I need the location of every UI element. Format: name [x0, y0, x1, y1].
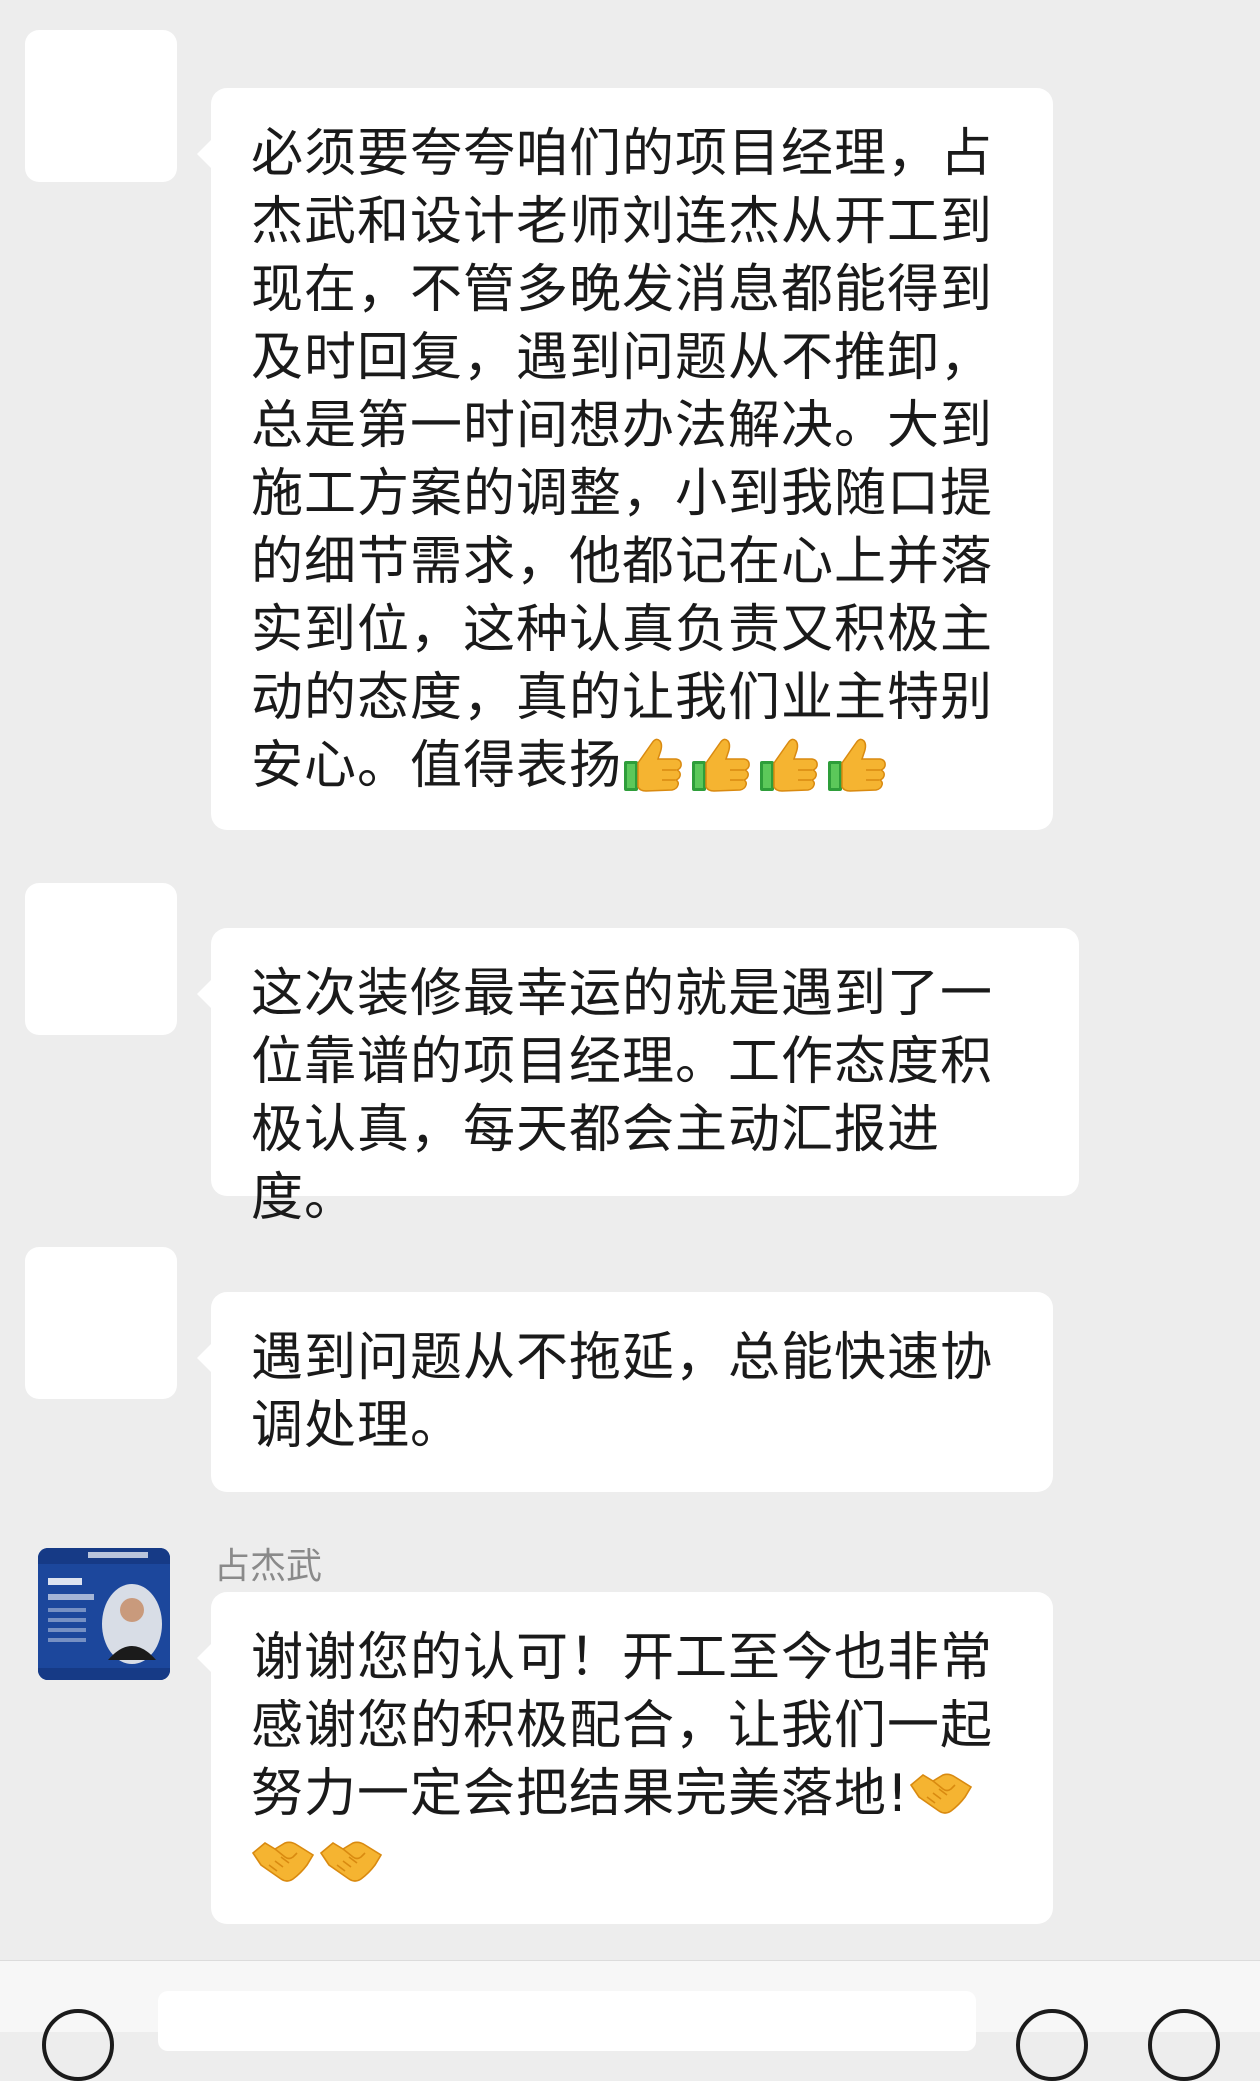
avatar[interactable]: [25, 883, 177, 1035]
handshake-icon: [909, 1764, 977, 1824]
message-text: 这次装修最幸运的就是遇到了一位靠谱的项目经理。工作态度积极认真，每天都会主动汇报…: [251, 964, 994, 1228]
chat-area: 必须要夸夸咱们的项目经理，占杰武和设计老师刘连杰从开工到现在，不管多晚发消息都能…: [0, 0, 1260, 1960]
message-text-content: 必须要夸夸咱们的项目经理，占杰武和设计老师刘连杰从开工到现在，不管多晚发消息都能…: [251, 124, 994, 796]
avatar[interactable]: [25, 30, 177, 182]
handshake-icon: [319, 1832, 387, 1892]
message-text: 遇到问题从不拖延，总能快速协调处理。: [251, 1328, 994, 1456]
voice-icon[interactable]: [42, 2009, 114, 2081]
message-text: 谢谢您的认可！开工至今也非常感谢您的积极配合，让我们一起努力一定会把结果完美落地…: [251, 1624, 1013, 1896]
message-bubble[interactable]: 必须要夸夸咱们的项目经理，占杰武和设计老师刘连杰从开工到现在，不管多晚发消息都能…: [197, 88, 1053, 830]
thumbs-up-icon: [758, 736, 826, 796]
message-bubble[interactable]: 谢谢您的认可！开工至今也非常感谢您的积极配合，让我们一起努力一定会把结果完美落地…: [197, 1592, 1053, 1924]
message-text-content: 谢谢您的认可！开工至今也非常感谢您的积极配合，让我们一起努力一定会把结果完美落地…: [251, 1628, 994, 1824]
message-text: 必须要夸夸咱们的项目经理，占杰武和设计老师刘连杰从开工到现在，不管多晚发消息都能…: [251, 120, 1013, 800]
input-toolbar: [0, 1960, 1260, 2081]
handshake-icon: [251, 1832, 319, 1892]
thumbs-up-icon: [622, 736, 690, 796]
business-card-image: [38, 1548, 170, 1680]
plus-icon[interactable]: [1148, 2009, 1220, 2081]
message-input[interactable]: [158, 1991, 976, 2051]
avatar[interactable]: [25, 1247, 177, 1399]
message-bubble[interactable]: 这次装修最幸运的就是遇到了一位靠谱的项目经理。工作态度积极认真，每天都会主动汇报…: [197, 928, 1079, 1228]
sender-avatar[interactable]: [38, 1548, 170, 1680]
thumbs-up-icon: [690, 736, 758, 796]
sender-name: 占杰武: [214, 1546, 323, 1587]
emoji-icon[interactable]: [1016, 2009, 1088, 2081]
thumbs-up-icon: [826, 736, 894, 796]
message-bubble[interactable]: 遇到问题从不拖延，总能快速协调处理。: [197, 1292, 1053, 1492]
